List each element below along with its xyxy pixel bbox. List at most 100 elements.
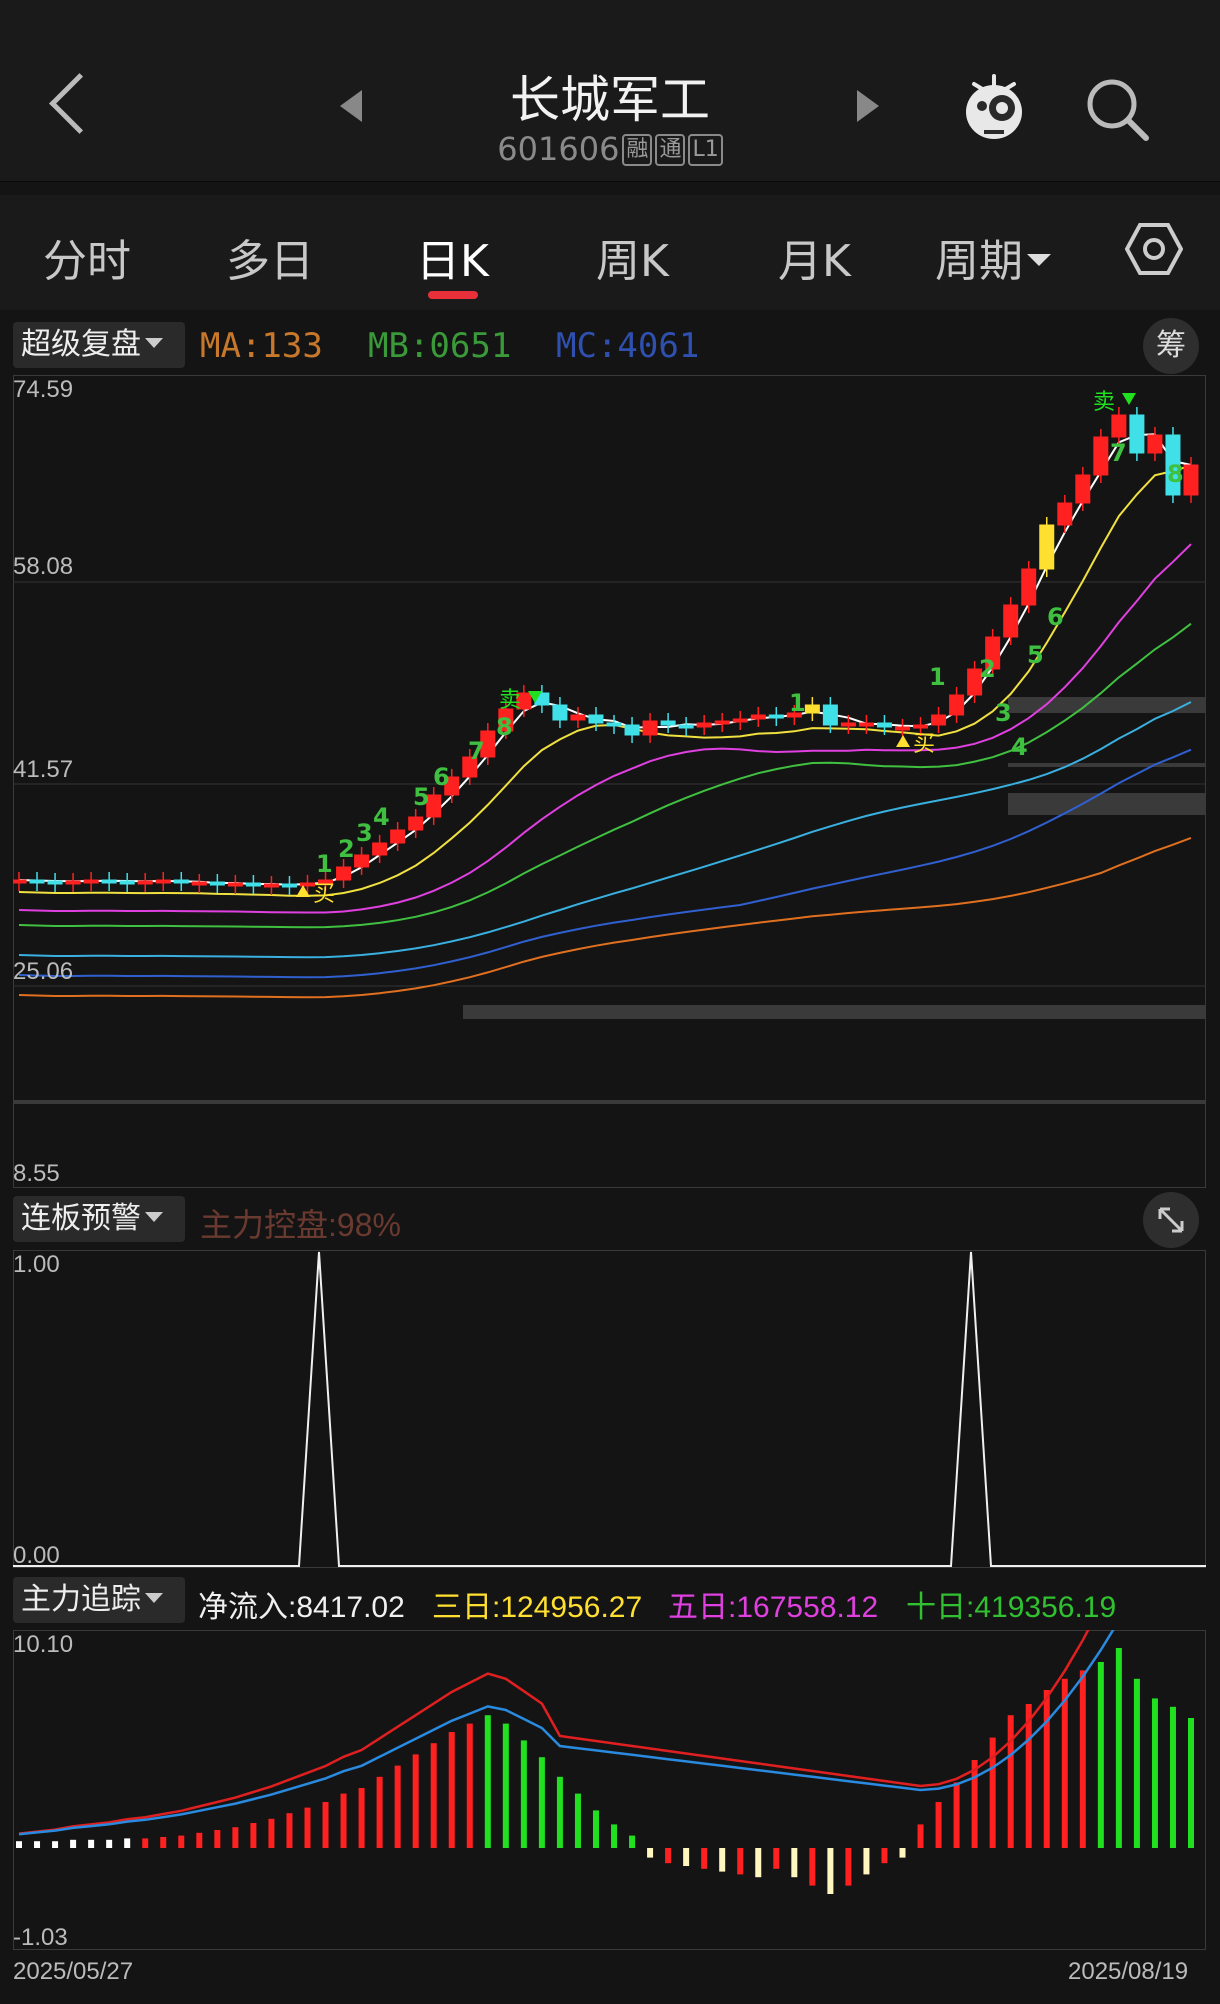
count-label: 1	[929, 663, 946, 691]
tab-daily-k[interactable]: 日K	[416, 225, 489, 289]
flow-bar	[178, 1835, 185, 1848]
main-indicator-dropdown[interactable]: 超级复盘	[13, 322, 185, 368]
candle-body	[949, 694, 965, 716]
tab-weekly-k[interactable]: 周K	[596, 225, 669, 289]
candle-body	[840, 722, 856, 727]
candle-body	[372, 842, 388, 856]
flow-bar	[430, 1743, 437, 1848]
flow-bar	[683, 1848, 690, 1866]
flow-bar	[809, 1848, 816, 1886]
x-label-start: 2025/05/27	[13, 1958, 134, 1985]
flow-bar	[502, 1723, 509, 1848]
candle-body	[1111, 414, 1127, 438]
flow-bar	[719, 1848, 726, 1872]
flow-line-secondary	[18, 1630, 1115, 1836]
previous-stock-arrow[interactable]	[340, 90, 362, 122]
main-force-dropdown[interactable]: 主力追踪	[13, 1577, 185, 1623]
flow-bar	[538, 1757, 545, 1848]
candle-body	[83, 879, 99, 884]
back-button[interactable]	[40, 72, 100, 142]
candle-body	[1129, 414, 1145, 454]
candle-body	[822, 704, 838, 726]
chevron-down-icon	[1027, 254, 1051, 266]
candle-body	[732, 718, 748, 723]
candlestick-chart[interactable]: 买买卖卖1234567811 2345678	[13, 375, 1206, 1188]
flow-bar	[16, 1841, 22, 1848]
next-stock-arrow[interactable]	[857, 90, 879, 122]
count-label: 3	[356, 819, 373, 847]
flow-bar	[1043, 1690, 1050, 1848]
p2-y-top: 1.00	[13, 1251, 60, 1278]
candle-body	[137, 880, 153, 885]
ma-line	[18, 433, 1192, 886]
flow-bar	[1133, 1678, 1140, 1848]
candle-body	[65, 880, 81, 885]
flow-bar	[1079, 1670, 1086, 1848]
stock-code-row: 601606 融通 L1	[400, 130, 820, 168]
flow-bar	[881, 1848, 888, 1864]
ten-day-flow: 十日:419356.19	[906, 1591, 1117, 1624]
candle-body	[29, 879, 45, 884]
flow-bar	[935, 1802, 942, 1848]
flow-bars	[16, 1648, 1194, 1894]
flow-bar	[1151, 1698, 1158, 1848]
flow-bar	[88, 1839, 95, 1848]
flow-bar	[142, 1838, 149, 1848]
expand-button[interactable]	[1143, 1192, 1199, 1248]
chip-distribution-button[interactable]: 筹	[1143, 318, 1199, 374]
limit-up-alert-dropdown[interactable]: 连板预警	[13, 1196, 185, 1242]
main-indicator-label: 超级复盘	[21, 327, 141, 362]
candle-body	[570, 714, 586, 721]
flow-bar	[196, 1832, 203, 1848]
tab-period-dropdown[interactable]: 周期	[935, 225, 1051, 289]
tab-intraday[interactable]: 分时	[43, 225, 131, 289]
search-icon[interactable]	[1082, 74, 1152, 144]
stock-code: 601606	[497, 130, 620, 168]
connect-tag: 通	[655, 134, 686, 166]
flow-bar	[124, 1838, 131, 1848]
tab-multi-day[interactable]: 多日	[226, 225, 314, 289]
top-bar: 长城军工 601606 融通 L1	[0, 0, 1220, 182]
flow-bar	[574, 1793, 581, 1848]
flow-bar	[917, 1824, 924, 1848]
candle-body	[191, 881, 207, 886]
candle-body	[408, 816, 424, 831]
candle-body	[1003, 604, 1019, 638]
y-label-3: 41.57	[13, 756, 74, 783]
candle-body	[624, 724, 640, 736]
sell-label: 卖	[1093, 390, 1115, 415]
candle-body	[1021, 568, 1037, 606]
flow-bar	[1188, 1718, 1194, 1848]
candle-body	[696, 722, 712, 728]
tab-monthly-k[interactable]: 月K	[778, 225, 851, 289]
mascot-icon[interactable]	[960, 70, 1028, 142]
flow-bar	[52, 1841, 59, 1848]
sell-label: 卖	[499, 688, 521, 713]
flow-bar	[322, 1802, 329, 1848]
candle-body	[47, 880, 63, 885]
flow-bar	[1025, 1704, 1032, 1848]
active-tab-indicator	[428, 291, 478, 299]
candle-body	[101, 879, 117, 884]
candle-body	[642, 720, 658, 736]
flow-bar	[647, 1848, 654, 1858]
candle-body	[1147, 434, 1163, 454]
flow-bar	[484, 1715, 491, 1848]
flow-bar	[358, 1788, 365, 1848]
candle-body	[750, 714, 766, 720]
flow-bar	[863, 1848, 870, 1875]
candle-body	[119, 880, 135, 885]
count-label: 7	[1110, 439, 1127, 467]
expand-icon	[1158, 1207, 1184, 1233]
candle-body	[263, 883, 279, 888]
count-label: 8	[496, 713, 513, 741]
flow-bar	[466, 1723, 473, 1848]
settings-icon[interactable]	[1125, 220, 1183, 278]
flow-bar	[376, 1776, 383, 1848]
chevron-down-icon	[145, 1212, 163, 1222]
buy-label: 买	[913, 732, 935, 757]
flow-bar	[412, 1754, 419, 1848]
chevron-down-icon	[145, 1593, 163, 1603]
candle-body	[931, 714, 947, 726]
candle-body	[1093, 436, 1109, 476]
